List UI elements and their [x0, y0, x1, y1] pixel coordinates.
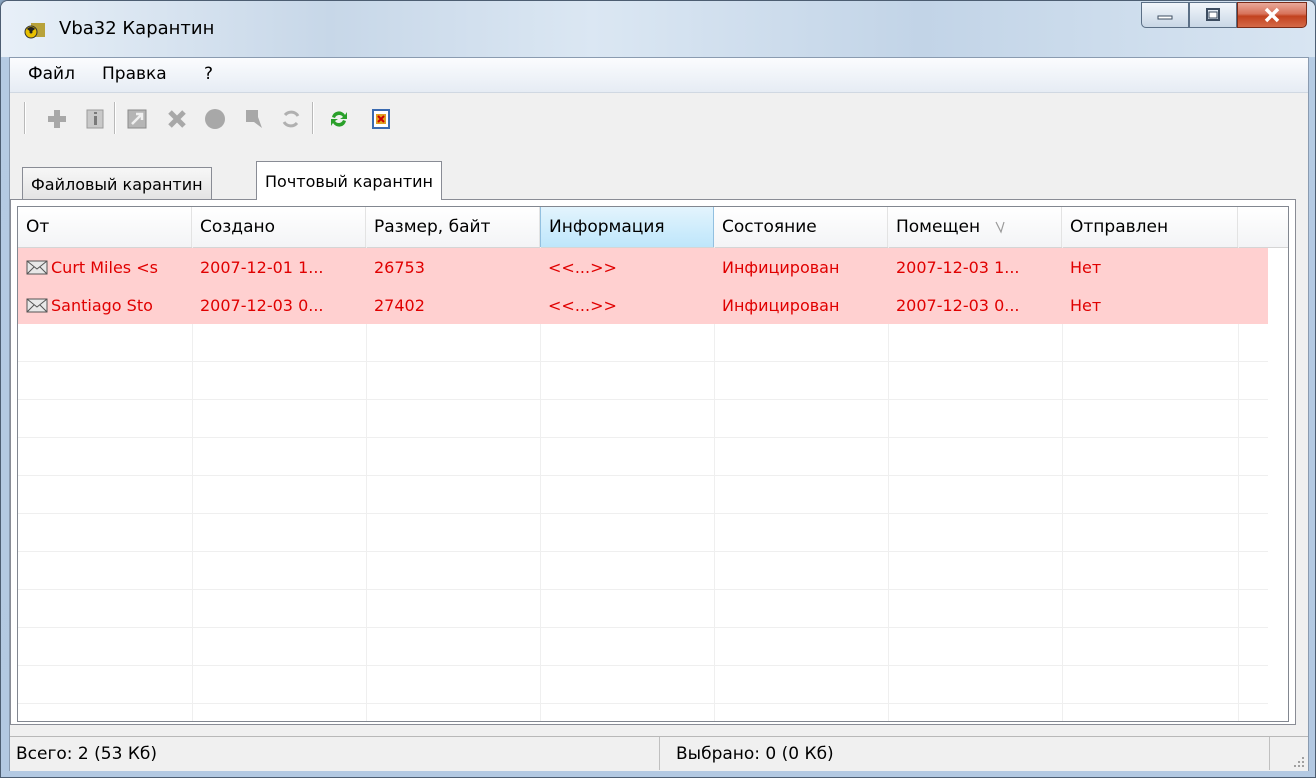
report-button[interactable] — [366, 104, 396, 134]
close-button[interactable] — [1237, 2, 1307, 28]
envelope-icon — [26, 260, 48, 275]
delete-button[interactable] — [162, 104, 192, 134]
cell-from: Santiago Sto — [18, 286, 192, 324]
quarantine-list[interactable]: От Создано Размер, байт Информация Состо… — [17, 206, 1289, 722]
properties-button[interactable] — [80, 104, 110, 134]
from-text: Santiago Sto — [51, 295, 153, 315]
from-text: Curt Miles <s — [51, 257, 158, 277]
cell-sent: Нет — [1070, 257, 1102, 277]
restore-icon — [246, 110, 262, 128]
tab-mail-quarantine[interactable]: Почтовый карантин — [256, 161, 442, 200]
close-icon — [1264, 7, 1280, 23]
sort-arrow-icon — [995, 221, 1005, 234]
add-button[interactable] — [42, 104, 72, 134]
column-header-placed[interactable]: Помещен — [888, 207, 1062, 247]
minimize-button[interactable] — [1141, 2, 1189, 28]
cell-size: 26753 — [374, 257, 425, 277]
cell-state: Инфицирован — [722, 295, 840, 315]
status-bar: Всего: 2 (53 Кб) Выбрано: 0 (0 Кб) — [10, 736, 1308, 771]
grid-line — [18, 399, 1268, 400]
refresh-button[interactable] — [324, 104, 354, 134]
grid-line — [18, 513, 1268, 514]
plus-icon — [48, 110, 66, 128]
toolbar-separator — [24, 102, 26, 134]
menu-file[interactable]: Файл — [28, 64, 75, 84]
toolbar-separator — [312, 102, 314, 134]
client-area: Файл Правка ? Файловый карантин Почтовый… — [9, 57, 1309, 771]
grid-line — [18, 361, 1268, 362]
cell-state: Инфицирован — [722, 257, 840, 277]
export-button[interactable] — [122, 104, 152, 134]
column-header-size[interactable]: Размер, байт — [366, 207, 540, 247]
toolbar-separator — [114, 102, 116, 134]
column-header-sent[interactable]: Отправлен — [1062, 207, 1238, 247]
circle-icon — [205, 109, 225, 129]
grid-line — [18, 665, 1268, 666]
cell-placed: 2007-12-03 1... — [896, 257, 1020, 277]
toolbar — [10, 96, 1308, 142]
grid-line — [18, 627, 1268, 628]
restore-button[interactable] — [238, 104, 268, 134]
list-header: От Создано Размер, байт Информация Состо… — [18, 207, 1288, 248]
rescan-icon — [282, 110, 300, 128]
app-window: Vba32 Карантин Файл Правка ? Файловый ка… — [0, 0, 1316, 778]
cell-sent: Нет — [1070, 295, 1102, 315]
table-row[interactable]: Curt Miles <s 2007-12-01 1... 26753 <<..… — [18, 248, 1268, 286]
block-button[interactable] — [200, 104, 230, 134]
cell-info: <<...>> — [548, 257, 617, 277]
info-icon — [86, 109, 104, 129]
maximize-button[interactable] — [1189, 2, 1237, 28]
menu-help[interactable]: ? — [204, 64, 213, 84]
column-header-filler — [1238, 207, 1288, 247]
grid-line — [18, 551, 1268, 552]
column-header-created[interactable]: Создано — [192, 207, 366, 247]
cell-from: Curt Miles <s — [18, 248, 192, 286]
column-header-state[interactable]: Состояние — [714, 207, 888, 247]
tab-strip: Файловый карантин Почтовый карантин — [10, 160, 1308, 200]
table-row[interactable]: Santiago Sto 2007-12-03 0... 27402 <<...… — [18, 286, 1268, 324]
resize-grip-icon[interactable] — [1292, 755, 1306, 769]
tab-file-quarantine[interactable]: Файловый карантин — [22, 167, 212, 200]
grid-line — [18, 475, 1268, 476]
report-icon — [372, 109, 390, 129]
menu-edit[interactable]: Правка — [102, 64, 167, 84]
maximize-icon — [1206, 8, 1220, 21]
grid-line — [18, 589, 1268, 590]
cell-created: 2007-12-01 1... — [200, 257, 324, 277]
radiation-icon — [24, 23, 45, 39]
cell-created: 2007-12-03 0... — [200, 295, 324, 315]
envelope-icon — [26, 298, 48, 313]
grid-line — [18, 703, 1268, 704]
status-total: Всего: 2 (53 Кб) — [10, 737, 660, 770]
title-bar[interactable]: Vba32 Карантин — [1, 1, 1315, 57]
delete-icon — [168, 110, 186, 128]
export-icon — [127, 109, 147, 129]
cell-size: 27402 — [374, 295, 425, 315]
minimize-icon — [1157, 15, 1173, 20]
tab-panel: От Создано Размер, байт Информация Состо… — [10, 199, 1296, 725]
column-header-info[interactable]: Информация — [540, 207, 714, 247]
status-selected: Выбрано: 0 (0 Кб) — [660, 737, 1270, 770]
cell-placed: 2007-12-03 0... — [896, 295, 1020, 315]
cell-info: <<...>> — [548, 295, 617, 315]
window-title: Vba32 Карантин — [59, 18, 215, 39]
rescan-button[interactable] — [276, 104, 306, 134]
column-header-placed-label: Помещен — [896, 217, 981, 237]
menu-bar: Файл Правка ? — [10, 58, 1308, 93]
refresh-icon — [331, 111, 347, 127]
grid-line — [18, 437, 1268, 438]
column-header-from[interactable]: От — [18, 207, 192, 247]
